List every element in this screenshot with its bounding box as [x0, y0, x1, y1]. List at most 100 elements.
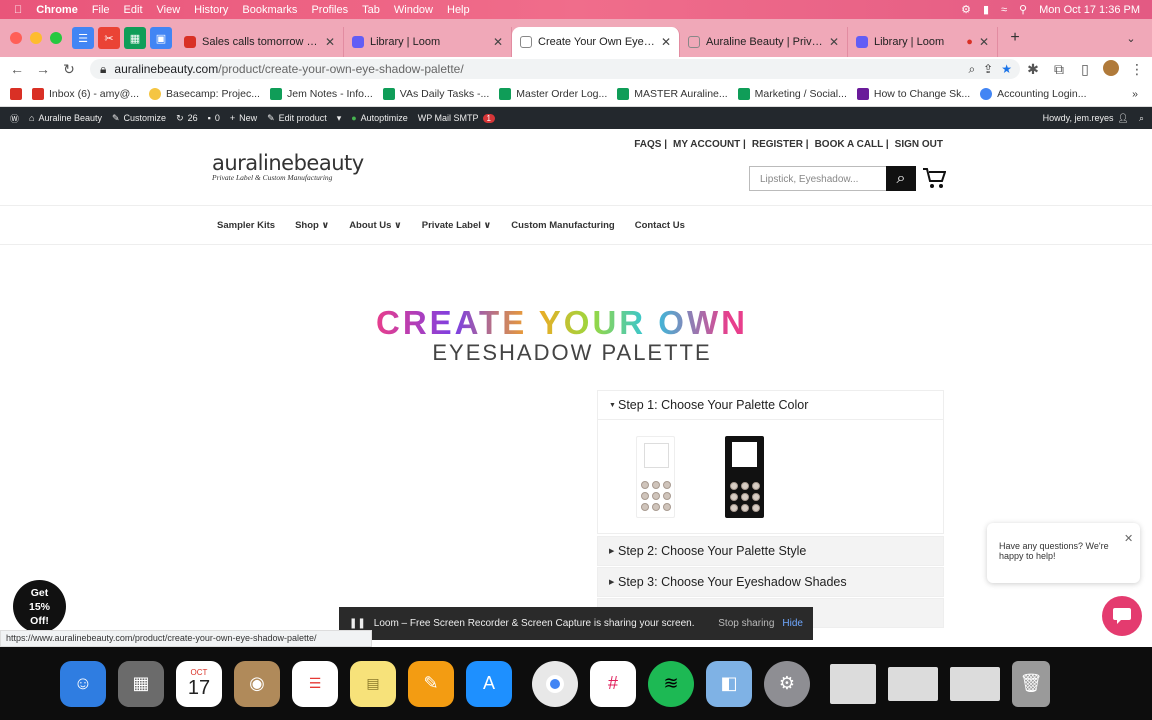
- appstore-icon[interactable]: A: [466, 660, 512, 707]
- menu-app-name[interactable]: Chrome: [36, 4, 78, 16]
- hide-button[interactable]: Hide: [782, 618, 803, 629]
- spotlight-search-icon[interactable]: ⚲: [1019, 3, 1027, 16]
- apple-icon[interactable]: : [14, 4, 22, 16]
- stop-sharing-button[interactable]: Stop sharing: [718, 618, 774, 629]
- back-icon[interactable]: ←: [4, 61, 30, 77]
- chat-launcher-button[interactable]: [1102, 596, 1142, 636]
- bookmark-star-icon[interactable]: ★: [1001, 62, 1012, 76]
- wp-yoast-icon[interactable]: ▾: [337, 113, 342, 124]
- nav-private-label[interactable]: Private Label ∨: [422, 220, 492, 231]
- cart-icon[interactable]: [922, 167, 946, 189]
- site-logo[interactable]: auralinebeauty Private Label & Custom Ma…: [212, 151, 364, 182]
- wordpress-icon[interactable]: Ⓦ: [10, 112, 19, 125]
- reminders-icon[interactable]: ☰: [292, 660, 338, 707]
- bookmark-item[interactable]: Inbox (6) - amy@...: [32, 87, 139, 100]
- tab-1[interactable]: Library | Loom ✕: [344, 27, 512, 57]
- extension-icon[interactable]: ✱: [1020, 61, 1046, 78]
- wp-search-icon[interactable]: ⌕: [1139, 113, 1144, 124]
- step-1-header[interactable]: ▼ Step 1: Choose Your Palette Color: [597, 390, 944, 420]
- bookmark-item[interactable]: Accounting Login...: [980, 87, 1086, 100]
- pinned-tab-calendar-icon[interactable]: ▣: [150, 27, 172, 49]
- discount-promo-badge[interactable]: Get 15% Off!: [13, 580, 66, 633]
- zoom-icon[interactable]: ⌕: [968, 62, 975, 77]
- menu-window[interactable]: Window: [394, 4, 433, 16]
- step-3-header[interactable]: ▶ Step 3: Choose Your Eyeshadow Shades: [597, 567, 944, 597]
- palette-option-white[interactable]: [636, 436, 675, 518]
- tab-search-icon[interactable]: ⌄: [1120, 27, 1142, 49]
- close-window-button[interactable]: [10, 32, 22, 44]
- contacts-icon[interactable]: ◉: [234, 660, 280, 707]
- tab-0[interactable]: Sales calls tomorrow - am ✕: [176, 27, 344, 57]
- close-tab-icon[interactable]: ✕: [829, 35, 839, 49]
- trash-icon[interactable]: 🗑︎: [1012, 660, 1050, 707]
- preview-icon[interactable]: ◧: [706, 660, 752, 707]
- nav-sampler-kits[interactable]: Sampler Kits: [217, 220, 275, 231]
- close-tab-icon[interactable]: ✕: [661, 35, 671, 49]
- tab-4[interactable]: Library | Loom ● ✕: [848, 27, 998, 57]
- bookmark-item[interactable]: VAs Daily Tasks -...: [382, 87, 489, 100]
- battery-icon[interactable]: ▮: [983, 3, 989, 16]
- tab-3[interactable]: Auraline Beauty | Private L ✕: [680, 27, 848, 57]
- notes-icon[interactable]: ▤: [350, 660, 396, 707]
- finder-icon[interactable]: ☺: [60, 660, 106, 707]
- nav-about-us[interactable]: About Us ∨: [349, 220, 402, 231]
- wp-customize-link[interactable]: ✎ Customize: [112, 113, 166, 124]
- address-bar[interactable]: 🔒︎ auralinebeauty.com/product/create-you…: [90, 59, 1020, 79]
- sidepanel-icon[interactable]: ▯: [1072, 61, 1098, 78]
- menu-help[interactable]: Help: [447, 4, 470, 16]
- nav-shop[interactable]: Shop ∨: [295, 220, 329, 231]
- site-search-button[interactable]: ⌕: [886, 166, 916, 191]
- wifi-icon[interactable]: ≈: [1001, 4, 1007, 16]
- window-thumb-icon[interactable]: [830, 663, 876, 704]
- menubar-clock[interactable]: Mon Oct 17 1:36 PM: [1039, 4, 1140, 16]
- share-icon[interactable]: ⇪: [983, 62, 993, 76]
- spotify-icon[interactable]: ≋: [648, 660, 694, 707]
- bookmark-item[interactable]: MASTER Auraline...: [617, 87, 728, 100]
- more-bookmarks-icon[interactable]: »: [1132, 88, 1138, 100]
- lock-icon[interactable]: 🔒︎: [100, 62, 106, 77]
- tab-2-active[interactable]: Create Your Own Eye Shad ✕: [512, 27, 680, 57]
- forward-icon[interactable]: →: [30, 61, 56, 77]
- bookmark-item[interactable]: Basecamp: Projec...: [149, 87, 260, 100]
- wp-smtp-link[interactable]: WP Mail SMTP 1: [418, 113, 495, 123]
- close-tab-icon[interactable]: ✕: [493, 35, 503, 49]
- wp-edit-product-link[interactable]: ✎ Edit product: [267, 113, 327, 124]
- close-tab-icon[interactable]: ✕: [325, 35, 335, 49]
- nav-custom-manufacturing[interactable]: Custom Manufacturing: [511, 220, 614, 231]
- wp-autoptimize-link[interactable]: ● Autoptimize: [351, 113, 407, 123]
- palette-option-black[interactable]: [725, 436, 764, 518]
- new-tab-button[interactable]: +: [1004, 27, 1026, 49]
- control-center-icon[interactable]: ⚙: [961, 3, 971, 16]
- calendar-icon[interactable]: OCT 17: [176, 660, 222, 707]
- my-account-link[interactable]: MY ACCOUNT |: [673, 139, 746, 150]
- chrome-icon[interactable]: [532, 660, 578, 707]
- bookmark-item[interactable]: [10, 87, 22, 100]
- minimize-window-button[interactable]: [30, 32, 42, 44]
- slack-icon[interactable]: #: [590, 660, 636, 707]
- pause-icon[interactable]: ❚❚: [349, 618, 366, 629]
- reload-icon[interactable]: ↻: [56, 61, 82, 78]
- wp-site-link[interactable]: ⌂ Auraline Beauty: [29, 113, 102, 123]
- menu-view[interactable]: View: [157, 4, 181, 16]
- pinned-tab-scissors-icon[interactable]: ✂: [98, 27, 120, 49]
- pages-icon[interactable]: ✎: [408, 660, 454, 707]
- register-link[interactable]: REGISTER |: [752, 139, 809, 150]
- menu-bookmarks[interactable]: Bookmarks: [242, 4, 297, 16]
- close-chat-icon[interactable]: ✕: [1124, 532, 1133, 545]
- window-thumb-icon[interactable]: [888, 666, 938, 701]
- menu-history[interactable]: History: [194, 4, 228, 16]
- pinned-tab-docs-icon[interactable]: ☰: [72, 27, 94, 49]
- zoom-window-button[interactable]: [50, 32, 62, 44]
- wp-new-link[interactable]: + New: [230, 113, 257, 123]
- bookmark-item[interactable]: How to Change Sk...: [856, 87, 970, 100]
- wp-updates-link[interactable]: ↻ 26: [176, 113, 198, 124]
- bookmark-item[interactable]: Master Order Log...: [499, 87, 607, 100]
- puzzle-extensions-icon[interactable]: ⧉: [1046, 61, 1072, 78]
- window-thumb-icon[interactable]: [950, 666, 1000, 701]
- chrome-menu-icon[interactable]: ⋮: [1124, 61, 1150, 78]
- bookmark-item[interactable]: Marketing / Social...: [737, 87, 847, 100]
- menu-tab[interactable]: Tab: [362, 4, 380, 16]
- profile-avatar[interactable]: [1098, 59, 1124, 79]
- sign-out-link[interactable]: SIGN OUT: [895, 139, 943, 150]
- menu-file[interactable]: File: [92, 4, 110, 16]
